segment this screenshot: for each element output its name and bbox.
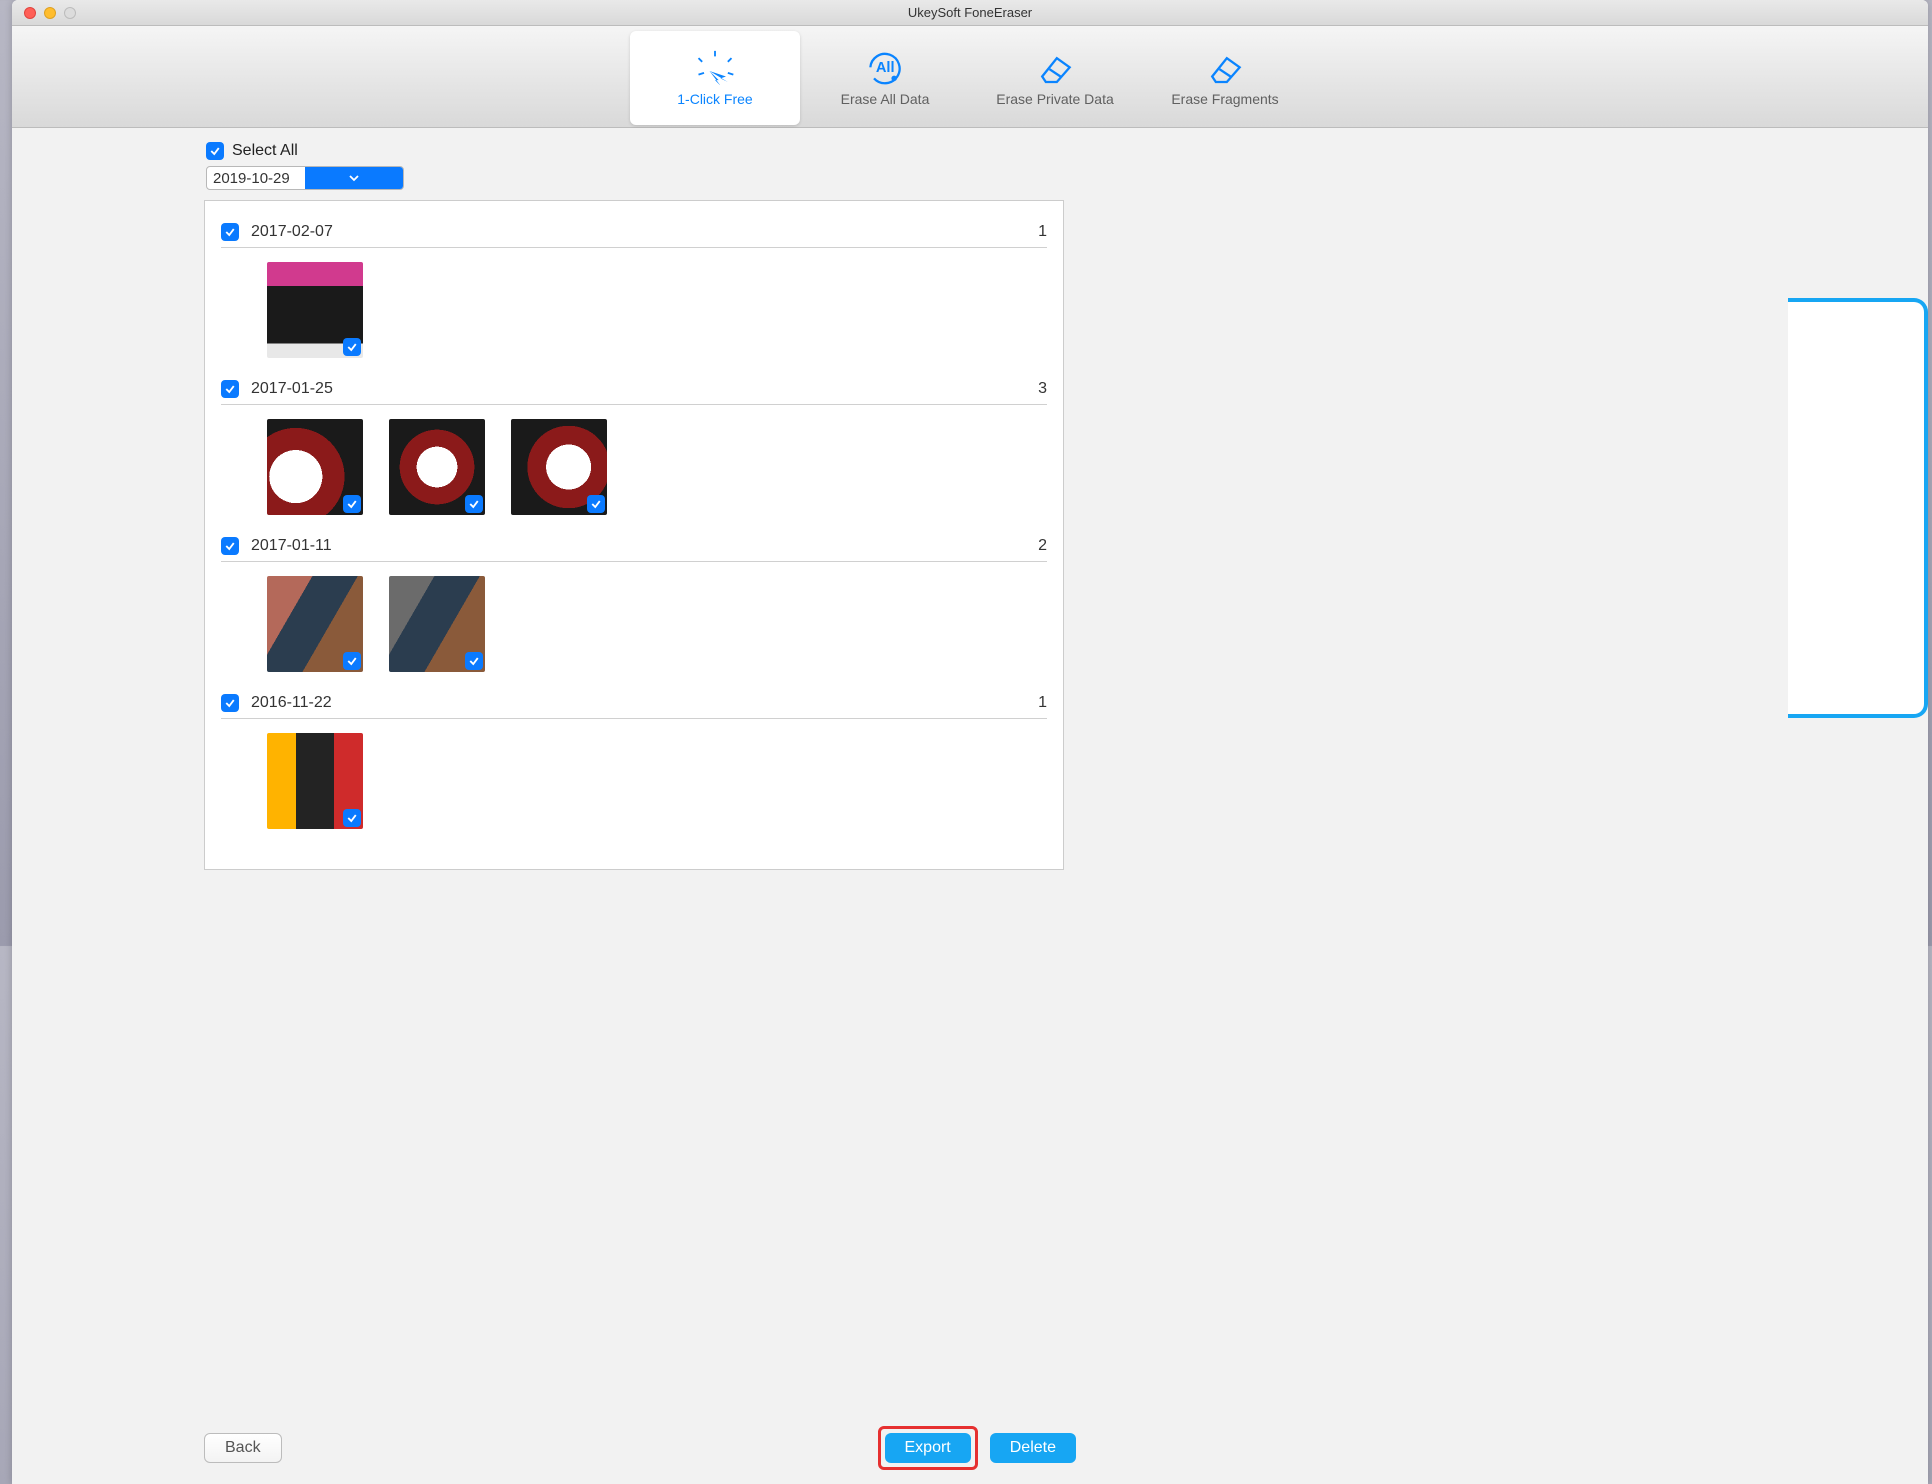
group-count: 3 bbox=[1038, 380, 1047, 398]
titlebar: UkeySoft FoneEraser bbox=[12, 0, 1928, 26]
date-filter-dropdown[interactable]: 2019-10-29 bbox=[206, 166, 404, 190]
window-title: UkeySoft FoneEraser bbox=[908, 5, 1032, 20]
thumbnail-checkbox[interactable] bbox=[343, 809, 361, 827]
thumb-row bbox=[221, 576, 1047, 672]
group-count: 1 bbox=[1038, 694, 1047, 712]
export-button[interactable]: Export bbox=[885, 1433, 971, 1463]
photo-list[interactable]: 2017-02-07 1 2017-01-25 3 2017-01-11 2 2016-11… bbox=[204, 200, 1064, 870]
thumbnail-checkbox[interactable] bbox=[465, 495, 483, 513]
select-all-row: Select All bbox=[126, 128, 1136, 160]
thumbnail-checkbox[interactable] bbox=[587, 495, 605, 513]
date-filter-value: 2019-10-29 bbox=[207, 170, 305, 187]
erase-all-icon: All bbox=[863, 49, 907, 85]
thumbnail-checkbox[interactable] bbox=[343, 652, 361, 670]
footer: Back Export Delete bbox=[204, 1426, 1076, 1470]
eraser-icon bbox=[1033, 49, 1077, 85]
minimize-icon[interactable] bbox=[44, 7, 56, 19]
group-checkbox[interactable] bbox=[221, 694, 239, 712]
photo-thumbnail[interactable] bbox=[389, 419, 485, 515]
group-checkbox[interactable] bbox=[221, 380, 239, 398]
thumbnail-checkbox[interactable] bbox=[465, 652, 483, 670]
group-date: 2017-02-07 bbox=[251, 223, 333, 241]
select-all-label: Select All bbox=[232, 142, 298, 160]
zoom-icon[interactable] bbox=[64, 7, 76, 19]
tab-erase-all-data[interactable]: All Erase All Data bbox=[800, 31, 970, 125]
group-header: 2016-11-22 1 bbox=[221, 682, 1047, 719]
tab-1-click-free[interactable]: 1-Click Free bbox=[630, 31, 800, 125]
select-all-checkbox[interactable] bbox=[206, 142, 224, 160]
tab-erase-private-data[interactable]: Erase Private Data bbox=[970, 31, 1140, 125]
group-checkbox[interactable] bbox=[221, 537, 239, 555]
group-checkbox[interactable] bbox=[221, 223, 239, 241]
traffic-lights bbox=[24, 7, 76, 19]
group-count: 1 bbox=[1038, 223, 1047, 241]
toolbar: 1-Click Free All Erase All Data Erase Pr… bbox=[12, 26, 1928, 128]
photo-thumbnail[interactable] bbox=[389, 576, 485, 672]
photo-thumbnail[interactable] bbox=[511, 419, 607, 515]
photo-thumbnail[interactable] bbox=[267, 262, 363, 358]
panel: Select All 2019-10-29 2017-02-07 1 2017-01… bbox=[126, 128, 1136, 1484]
delete-button[interactable]: Delete bbox=[990, 1433, 1076, 1463]
group-count: 2 bbox=[1038, 537, 1047, 555]
tab-label: Erase Private Data bbox=[996, 91, 1114, 107]
eraser-fragments-icon bbox=[1203, 49, 1247, 85]
thumb-row bbox=[221, 262, 1047, 358]
group-header: 2017-01-25 3 bbox=[221, 368, 1047, 405]
thumb-row bbox=[221, 733, 1047, 829]
group-header: 2017-02-07 1 bbox=[221, 211, 1047, 248]
svg-text:All: All bbox=[876, 60, 895, 76]
background-device-outline bbox=[1788, 298, 1928, 718]
content-area: Select All 2019-10-29 2017-02-07 1 2017-01… bbox=[12, 128, 1928, 1484]
photo-thumbnail[interactable] bbox=[267, 576, 363, 672]
group-date: 2016-11-22 bbox=[251, 694, 332, 712]
photo-thumbnail[interactable] bbox=[267, 419, 363, 515]
chevron-down-icon bbox=[305, 167, 403, 189]
thumbnail-checkbox[interactable] bbox=[343, 338, 361, 356]
group-date: 2017-01-25 bbox=[251, 380, 333, 398]
thumbnail-checkbox[interactable] bbox=[343, 495, 361, 513]
back-button[interactable]: Back bbox=[204, 1433, 282, 1463]
cursor-sparkle-icon bbox=[693, 49, 737, 85]
tab-label: Erase Fragments bbox=[1171, 91, 1278, 107]
group-date: 2017-01-11 bbox=[251, 537, 332, 555]
tab-label: Erase All Data bbox=[841, 91, 930, 107]
group-header: 2017-01-11 2 bbox=[221, 525, 1047, 562]
close-icon[interactable] bbox=[24, 7, 36, 19]
app-window: UkeySoft FoneEraser 1-Click Free All Era… bbox=[12, 0, 1928, 1484]
export-highlight: Export bbox=[878, 1426, 978, 1470]
tab-erase-fragments[interactable]: Erase Fragments bbox=[1140, 31, 1310, 125]
tab-label: 1-Click Free bbox=[677, 91, 752, 107]
photo-thumbnail[interactable] bbox=[267, 733, 363, 829]
thumb-row bbox=[221, 419, 1047, 515]
